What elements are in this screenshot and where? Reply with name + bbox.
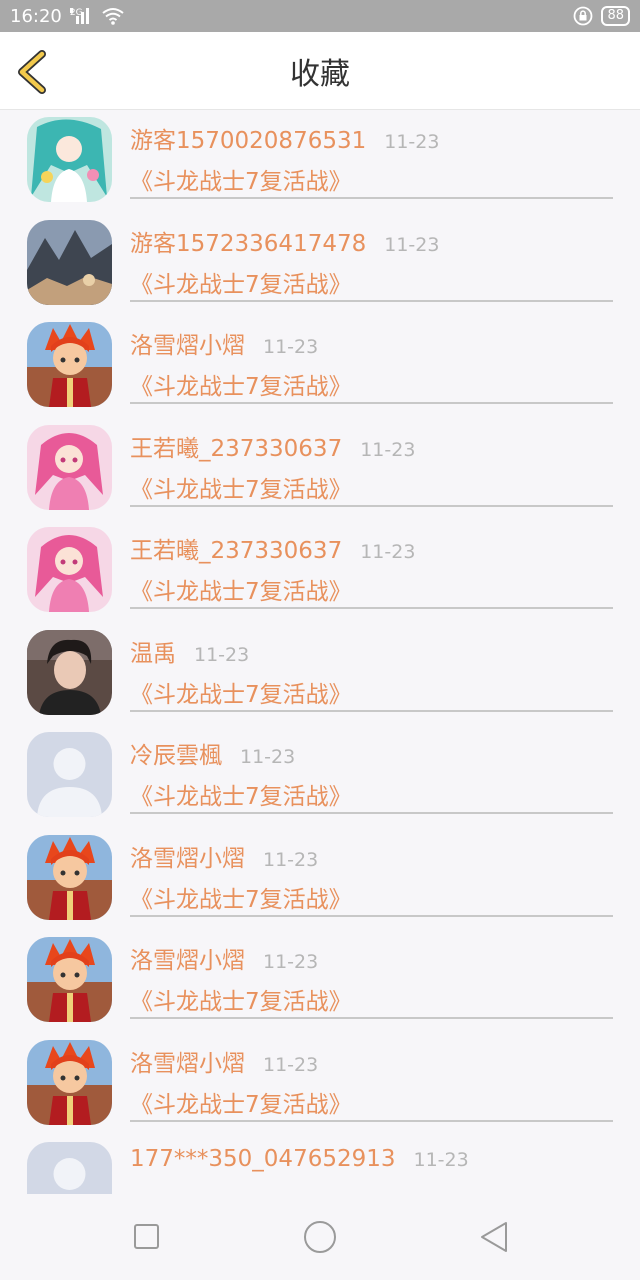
user-name[interactable]: 王若曦_237330637 bbox=[130, 538, 342, 564]
item-info: 温禹 11-23 《斗龙战士7复活战》 bbox=[130, 623, 613, 712]
item-date: 11-23 bbox=[384, 233, 440, 256]
work-title[interactable]: 《斗龙战士7复活战》 bbox=[130, 1187, 352, 1194]
item-meta: 游客1572336417478 11-23 bbox=[130, 224, 439, 258]
favorites-list[interactable]: 游客1570020876531 11-23 《斗龙战士7复活战》 游客15723364… bbox=[0, 110, 640, 1194]
item-date: 11-23 bbox=[360, 541, 416, 563]
lock-rotation-icon bbox=[574, 6, 593, 26]
list-item[interactable]: 游客1570020876531 11-23 《斗龙战士7复活战》 bbox=[0, 110, 640, 213]
item-meta: 游客1570020876531 11-23 bbox=[130, 121, 439, 155]
user-name[interactable]: 洛雪熠小熠 bbox=[130, 948, 245, 974]
back-button[interactable] bbox=[478, 1220, 510, 1254]
recent-apps-button[interactable] bbox=[134, 1224, 159, 1249]
list-item[interactable]: 王若曦_237330637 11-23 《斗龙战士7复活战》 bbox=[0, 520, 640, 623]
item-info: 王若曦_237330637 11-23 《斗龙战士7复活战》 bbox=[130, 520, 613, 609]
item-info: 游客1572336417478 11-23 《斗龙战士7复活战》 bbox=[130, 213, 613, 302]
work-title[interactable]: 《斗龙战士7复活战》 bbox=[130, 162, 352, 196]
item-meta: 洛雪熠小熠 11-23 bbox=[130, 326, 318, 360]
page-title: 收藏 bbox=[290, 56, 350, 92]
work-title[interactable]: 《斗龙战士7复活战》 bbox=[130, 572, 352, 606]
user-name[interactable]: 洛雪熠小熠 bbox=[130, 333, 245, 359]
item-date: 11-23 bbox=[413, 1149, 469, 1171]
item-meta: 洛雪熠小熠 11-23 bbox=[130, 1044, 318, 1078]
work-title[interactable]: 《斗龙战士7复活战》 bbox=[130, 777, 352, 811]
avatar[interactable] bbox=[27, 322, 112, 407]
user-name[interactable]: 177***350_047652913 bbox=[130, 1146, 396, 1172]
avatar[interactable] bbox=[27, 424, 112, 510]
list-item[interactable]: 王若曦_237330637 11-23 《斗龙战士7复活战》 bbox=[0, 418, 640, 521]
network-label: 2G bbox=[69, 8, 83, 18]
avatar[interactable] bbox=[27, 834, 112, 920]
item-info: 177***350_047652913 11-23 《斗龙战士7复活战》 bbox=[130, 1135, 613, 1194]
item-info: 洛雪熠小熠 11-23 《斗龙战士7复活战》 bbox=[130, 930, 613, 1019]
item-date: 11-23 bbox=[194, 643, 250, 666]
item-info: 洛雪熠小熠 11-23 《斗龙战士7复活战》 bbox=[130, 315, 613, 404]
list-item[interactable]: 洛雪熠小熠 11-23 《斗龙战士7复活战》 bbox=[0, 930, 640, 1033]
list-item[interactable]: 温禹 11-23 《斗龙战士7复活战》 bbox=[0, 623, 640, 726]
work-title[interactable]: 《斗龙战士7复活战》 bbox=[130, 982, 352, 1016]
status-time: 16:20 bbox=[10, 5, 62, 27]
user-name[interactable]: 王若曦_237330637 bbox=[130, 436, 342, 462]
avatar[interactable] bbox=[27, 527, 112, 612]
item-meta: 温禹 11-23 bbox=[130, 634, 249, 668]
list-item[interactable]: 洛雪熠小熠 11-23 《斗龙战士7复活战》 bbox=[0, 828, 640, 931]
work-title[interactable]: 《斗龙战士7复活战》 bbox=[130, 1085, 352, 1119]
item-date: 11-23 bbox=[263, 336, 319, 358]
user-name[interactable]: 洛雪熠小熠 bbox=[130, 846, 245, 872]
item-date: 11-23 bbox=[263, 951, 319, 973]
avatar[interactable] bbox=[27, 1039, 112, 1125]
list-item[interactable]: 洛雪熠小熠 11-23 《斗龙战士7复活战》 bbox=[0, 315, 640, 418]
work-title[interactable]: 《斗龙战士7复活战》 bbox=[130, 265, 352, 299]
work-title[interactable]: 《斗龙战士7复活战》 bbox=[130, 675, 352, 709]
user-name[interactable]: 冷辰雲楓 bbox=[130, 743, 222, 769]
item-info: 冷辰雲楓 11-23 《斗龙战士7复活战》 bbox=[130, 725, 613, 814]
list-item[interactable]: 洛雪熠小熠 11-23 《斗龙战士7复活战》 bbox=[0, 1033, 640, 1136]
item-info: 洛雪熠小熠 11-23 《斗龙战士7复活战》 bbox=[130, 828, 613, 917]
signal-icon: 2G bbox=[69, 8, 94, 24]
item-info: 洛雪熠小熠 11-23 《斗龙战士7复活战》 bbox=[130, 1033, 613, 1122]
item-info: 游客1570020876531 11-23 《斗龙战士7复活战》 bbox=[130, 110, 613, 199]
back-arrow-icon[interactable] bbox=[14, 49, 54, 95]
avatar[interactable] bbox=[27, 732, 112, 817]
avatar[interactable] bbox=[27, 937, 112, 1022]
item-meta: 冷辰雲楓 11-23 bbox=[130, 736, 295, 770]
item-meta: 王若曦_237330637 11-23 bbox=[130, 531, 415, 565]
avatar[interactable] bbox=[27, 1142, 112, 1194]
battery-icon: 88 bbox=[601, 6, 630, 26]
list-item[interactable]: 游客1572336417478 11-23 《斗龙战士7复活战》 bbox=[0, 213, 640, 316]
work-title[interactable]: 《斗龙战士7复活战》 bbox=[130, 367, 352, 401]
home-button[interactable] bbox=[304, 1221, 336, 1253]
item-meta: 177***350_047652913 11-23 bbox=[130, 1146, 469, 1172]
work-title[interactable]: 《斗龙战士7复活战》 bbox=[130, 880, 352, 914]
item-date: 11-23 bbox=[240, 746, 296, 768]
wifi-icon bbox=[102, 8, 124, 25]
header: 收藏 bbox=[0, 32, 640, 110]
list-item[interactable]: 177***350_047652913 11-23 《斗龙战士7复活战》 bbox=[0, 1135, 640, 1194]
battery-level: 88 bbox=[607, 8, 624, 23]
item-meta: 洛雪熠小熠 11-23 bbox=[130, 839, 318, 873]
user-name[interactable]: 洛雪熠小熠 bbox=[130, 1051, 245, 1077]
avatar[interactable] bbox=[27, 629, 112, 715]
list-item[interactable]: 冷辰雲楓 11-23 《斗龙战士7复活战》 bbox=[0, 725, 640, 828]
user-name[interactable]: 温禹 bbox=[130, 641, 176, 667]
avatar[interactable] bbox=[27, 117, 112, 202]
user-name[interactable]: 游客1572336417478 bbox=[130, 231, 366, 257]
avatar[interactable] bbox=[27, 219, 112, 305]
item-date: 11-23 bbox=[263, 1053, 319, 1076]
item-date: 11-23 bbox=[384, 131, 440, 153]
item-date: 11-23 bbox=[360, 438, 416, 461]
item-meta: 洛雪熠小熠 11-23 bbox=[130, 941, 318, 975]
user-name[interactable]: 游客1570020876531 bbox=[130, 128, 366, 154]
status-bar: 16:20 2G 88 bbox=[0, 0, 640, 32]
work-title[interactable]: 《斗龙战士7复活战》 bbox=[130, 470, 352, 504]
item-info: 王若曦_237330637 11-23 《斗龙战士7复活战》 bbox=[130, 418, 613, 507]
item-meta: 王若曦_237330637 11-23 bbox=[130, 429, 415, 463]
navigation-bar bbox=[0, 1194, 640, 1280]
item-date: 11-23 bbox=[263, 848, 319, 871]
